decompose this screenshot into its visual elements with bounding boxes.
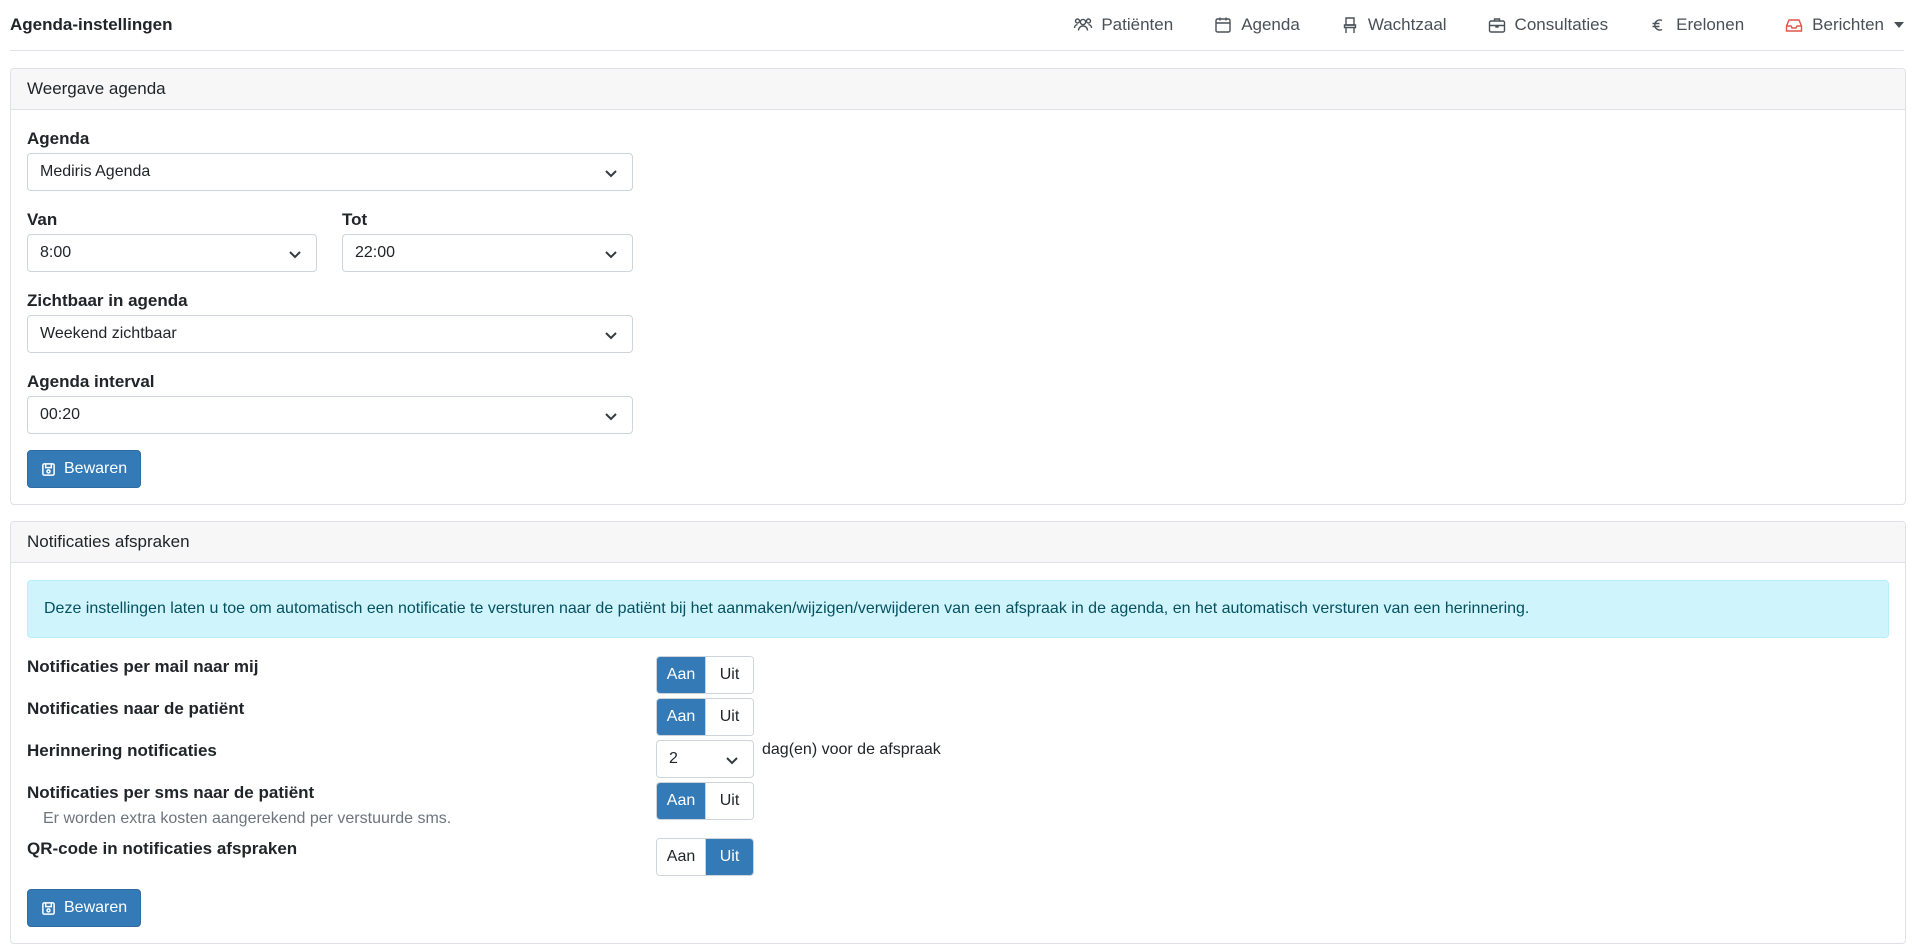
page-title: Agenda-instellingen	[10, 15, 173, 34]
save-icon	[42, 462, 55, 476]
visible-select-value: Weekend zichtbaar	[40, 325, 177, 342]
nav-label-consultations: Consultaties	[1514, 15, 1609, 34]
euro-icon	[1652, 19, 1663, 31]
patient-label: Notificaties naar de patiënt	[27, 699, 245, 718]
nav-item-patients[interactable]: Patiënten	[1073, 15, 1173, 35]
agenda-select-value: Mediris Agenda	[40, 163, 151, 180]
chevron-down-icon	[1894, 22, 1904, 28]
mail-me-on-option[interactable]: Aan	[657, 657, 705, 693]
visible-select[interactable]: Weekend zichtbaar	[27, 315, 633, 353]
chair-icon	[1343, 17, 1357, 33]
reminder-label: Herinnering notificaties	[27, 741, 217, 760]
notifications-card: Notificaties afspraken Deze instellingen…	[10, 521, 1906, 944]
interval-select-value: 00:20	[40, 406, 81, 423]
patient-toggle: Aan Uit	[656, 698, 754, 736]
sms-off-option[interactable]: Uit	[705, 783, 753, 819]
to-label: Tot	[342, 210, 368, 229]
nav-label-fees: Erelonen	[1676, 15, 1745, 34]
interval-label: Agenda interval	[27, 372, 155, 391]
from-select[interactable]: 8:00	[27, 234, 317, 272]
inbox-icon	[1785, 19, 1803, 32]
nav-label-messages: Berichten	[1812, 15, 1884, 34]
patient-off-option[interactable]: Uit	[705, 699, 753, 735]
mail-me-off-option[interactable]: Uit	[705, 657, 753, 693]
chevron-down-icon	[604, 409, 618, 423]
nav-item-messages[interactable]: Berichten	[1784, 15, 1904, 35]
patient-on-option[interactable]: Aan	[657, 699, 705, 735]
nav-label-patients: Patiënten	[1101, 15, 1174, 34]
chevron-down-icon	[288, 247, 302, 261]
info-alert: Deze instellingen laten u toe om automat…	[27, 580, 1889, 638]
save-icon	[42, 901, 55, 915]
agenda-select[interactable]: Mediris Agenda	[27, 153, 633, 191]
reminder-days-value: 2	[669, 750, 678, 767]
top-bar: Agenda-instellingen Patiënten Agenda Wac…	[10, 0, 1904, 51]
calendar-icon	[1215, 17, 1231, 33]
interval-select[interactable]: 00:20	[27, 396, 633, 434]
briefcase-icon	[1488, 18, 1505, 33]
from-select-value: 8:00	[40, 244, 72, 261]
qr-toggle: Aan Uit	[656, 838, 754, 876]
display-card-header: Weergave agenda	[11, 69, 1905, 110]
from-label: Van	[27, 210, 58, 229]
visible-label: Zichtbaar in agenda	[27, 291, 188, 310]
chevron-down-icon	[604, 328, 618, 342]
to-select[interactable]: 22:00	[342, 234, 633, 272]
reminder-suffix: dag(en) voor de afspraak	[762, 741, 941, 758]
sms-label: Notificaties per sms naar de patiënt	[27, 783, 315, 802]
qr-off-option[interactable]: Uit	[705, 839, 753, 875]
sms-toggle: Aan Uit	[656, 782, 754, 820]
save-display-button[interactable]: Bewaren	[27, 450, 142, 488]
main-nav: Patiënten Agenda Wachtzaal Consultaties …	[1033, 0, 1904, 50]
users-icon	[1074, 18, 1093, 31]
nav-label-agenda: Agenda	[1241, 15, 1300, 34]
agenda-label: Agenda	[27, 129, 90, 148]
nav-item-agenda[interactable]: Agenda	[1213, 15, 1300, 35]
save-notifications-label: Bewaren	[64, 899, 128, 916]
nav-label-waiting-room: Wachtzaal	[1367, 15, 1447, 34]
mail-me-toggle: Aan Uit	[656, 656, 754, 694]
qr-on-option[interactable]: Aan	[657, 839, 705, 875]
display-settings-card: Weergave agenda Agenda Mediris Agenda Va…	[10, 68, 1906, 505]
nav-item-waiting-room[interactable]: Wachtzaal	[1340, 15, 1447, 35]
chevron-down-icon	[725, 753, 739, 767]
nav-item-consultations[interactable]: Consultaties	[1487, 15, 1609, 35]
save-display-label: Bewaren	[64, 460, 128, 477]
sms-on-option[interactable]: Aan	[657, 783, 705, 819]
save-notifications-button[interactable]: Bewaren	[27, 889, 142, 927]
nav-item-fees[interactable]: Erelonen	[1648, 15, 1744, 35]
reminder-days-select[interactable]: 2	[656, 740, 754, 778]
to-select-value: 22:00	[355, 244, 396, 261]
chevron-down-icon	[604, 247, 618, 261]
qr-label: QR-code in notificaties afspraken	[27, 839, 298, 858]
chevron-down-icon	[604, 166, 618, 180]
mail-me-label: Notificaties per mail naar mij	[27, 657, 259, 676]
notifications-card-header: Notificaties afspraken	[11, 522, 1905, 563]
sms-hint: Er worden extra kosten aangerekend per v…	[43, 810, 452, 827]
